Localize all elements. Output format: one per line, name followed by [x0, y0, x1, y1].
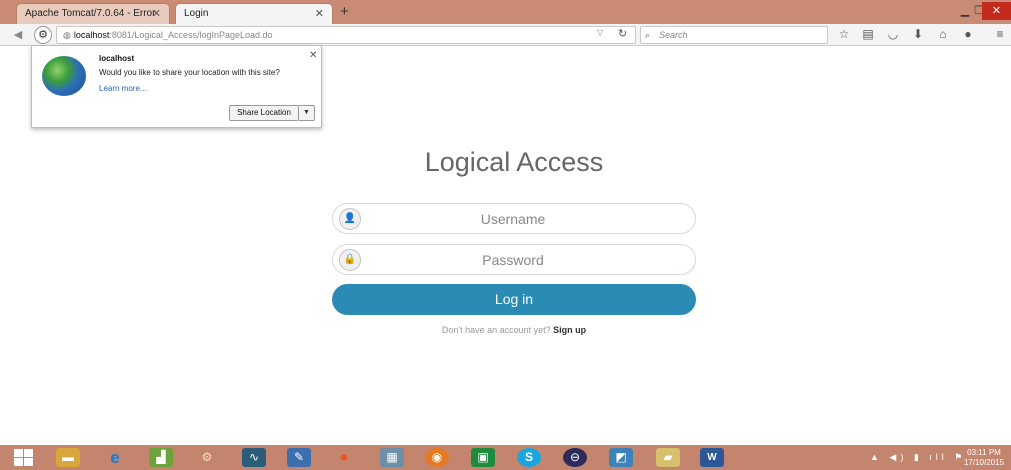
tab-login[interactable]: Login ✕ — [175, 3, 333, 24]
tab-label: Login — [184, 8, 209, 19]
home-icon[interactable]: ⌂ — [935, 27, 951, 41]
popup-close-icon[interactable]: ✕ — [309, 50, 317, 61]
site-identity-icon[interactable]: ⚙ — [34, 26, 52, 44]
signup-link[interactable]: Sign up — [553, 325, 586, 335]
signup-prompt: Don't have an account yet? Sign up — [0, 325, 1011, 335]
password-input[interactable] — [367, 249, 659, 271]
search-icon: ⌕ — [645, 30, 651, 40]
system-tray[interactable]: ▲ ◀) ▮ ıll ⚑ — [870, 452, 966, 463]
media-app-icon[interactable]: ● — [332, 448, 356, 467]
globe-icon — [42, 56, 86, 96]
chart-app-icon[interactable]: ▟ — [149, 448, 173, 467]
internet-explorer-icon[interactable]: e — [103, 448, 127, 467]
tool-app-icon[interactable]: ⚙ — [195, 448, 219, 467]
search-placeholder: Search — [659, 30, 688, 40]
drawing-app-icon[interactable]: ◩ — [609, 448, 633, 467]
page-title: Logical Access — [424, 147, 604, 177]
learn-more-link[interactable]: Learn more... — [99, 84, 147, 93]
menu-icon[interactable]: ≡ — [992, 27, 1008, 41]
browser-title-bar: Apache Tomcat/7.0.64 - Error ... ✕ Login… — [0, 0, 1011, 30]
signup-text: Don't have an account yet? — [441, 325, 551, 335]
back-icon[interactable]: ◀ — [10, 27, 26, 43]
navigation-bar: ◀ ⚙ ◍ localhost:8081/Logical_Access/logIn… — [0, 24, 1011, 46]
popup-host: localhost — [99, 54, 135, 63]
username-input[interactable] — [367, 208, 659, 230]
windows-start-icon[interactable] — [14, 448, 34, 467]
tab-close-icon[interactable]: ✕ — [152, 7, 161, 20]
folder-icon[interactable]: ▰ — [656, 448, 680, 467]
share-options-dropdown-icon[interactable]: ▼ — [299, 105, 315, 121]
lock-icon: 🔒 — [339, 249, 361, 271]
clock-date[interactable]: 17/10/2015 — [958, 458, 1010, 467]
graph-app-icon[interactable]: ∿ — [242, 448, 266, 467]
search-input[interactable]: ⌕ Search — [640, 26, 828, 44]
eclipse-icon[interactable]: ⊖ — [563, 448, 587, 467]
url-path: :8081/Logical_Access/logInPageLoad.do — [109, 30, 273, 40]
url-history-dropdown-icon[interactable]: ▽ — [597, 28, 603, 37]
firefox-icon[interactable]: ◉ — [425, 448, 449, 467]
password-field[interactable]: 🔒 — [332, 244, 696, 275]
taskbar: ▬ e ▟ ⚙ ∿ ✎ ● ▦ ◉ ▣ S ⊖ ◩ ▰ W ▲ ◀) ▮ ıll… — [0, 445, 1011, 470]
tab-close-icon[interactable]: ✕ — [315, 7, 324, 20]
word-icon[interactable]: W — [700, 448, 724, 467]
reload-icon[interactable]: ↻ — [618, 27, 627, 40]
tab-tomcat-error[interactable]: Apache Tomcat/7.0.64 - Error ... ✕ — [16, 3, 170, 30]
login-button[interactable]: Log in — [332, 284, 696, 315]
file-explorer-icon[interactable]: ▬ — [56, 448, 80, 467]
star-icon[interactable]: ☆ — [836, 27, 852, 41]
url-bar[interactable]: ◍ localhost:8081/Logical_Access/logInPage… — [56, 26, 636, 44]
user-icon: 👤 — [339, 208, 361, 230]
new-tab-icon[interactable]: + — [340, 3, 349, 20]
download-icon[interactable]: ⬇ — [910, 27, 926, 41]
globe-icon: ◍ — [63, 30, 71, 40]
pocket-icon[interactable]: ◡ — [885, 27, 901, 41]
popup-question: Would you like to share your location wi… — [99, 68, 280, 77]
store-icon[interactable]: ▣ — [471, 448, 495, 467]
clock-time[interactable]: 03:11 PM — [958, 448, 1010, 457]
pen-app-icon[interactable]: ✎ — [287, 448, 311, 467]
username-field[interactable]: 👤 — [332, 203, 696, 234]
window-close-icon[interactable]: ✕ — [982, 2, 1011, 20]
location-permission-popup: localhost Would you like to share your l… — [31, 45, 322, 128]
share-location-button[interactable]: Share Location — [229, 105, 299, 121]
skype-icon[interactable]: S — [517, 448, 541, 467]
chat-icon[interactable]: ● — [960, 27, 976, 41]
network-app-icon[interactable]: ▦ — [380, 448, 404, 467]
url-host: localhost — [73, 30, 110, 40]
library-icon[interactable]: ▤ — [860, 27, 876, 41]
